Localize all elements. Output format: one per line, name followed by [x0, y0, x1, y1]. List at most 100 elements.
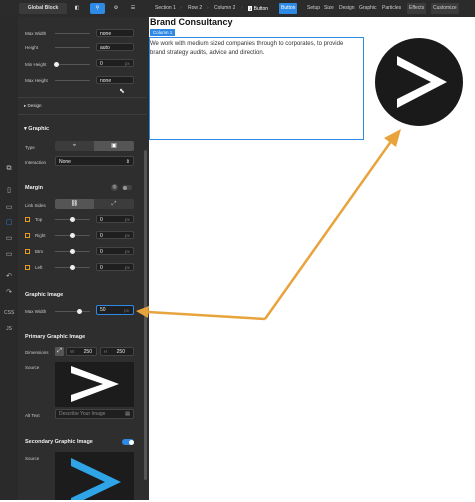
- max-width-slider[interactable]: [55, 33, 90, 34]
- max-height-slider[interactable]: [55, 80, 90, 81]
- height-prefix: H: [104, 349, 108, 354]
- graphic-max-width-field[interactable]: 50 px: [96, 305, 134, 315]
- button-number-badge: 1: [248, 6, 253, 11]
- breadcrumb-row[interactable]: Row 2: [188, 3, 202, 14]
- arrow-to-graphic: [263, 139, 394, 320]
- graphic-max-width-slider[interactable]: [55, 311, 90, 312]
- margin-right-unit: px: [125, 233, 130, 238]
- tab-button[interactable]: Button: [279, 3, 298, 14]
- margin-left-unit: px: [125, 265, 130, 270]
- type-image-option[interactable]: ▣: [94, 141, 134, 151]
- mobile-icon[interactable]: ▯: [4, 186, 14, 194]
- graphic-button-circle[interactable]: [375, 38, 463, 126]
- breadcrumb-button[interactable]: 1 Button: [248, 3, 268, 14]
- monitor-icon[interactable]: ▭: [4, 250, 14, 258]
- type-text-option[interactable]: ⌖: [55, 141, 94, 151]
- secondary-source-label: Source: [25, 456, 40, 461]
- min-height-knob[interactable]: [54, 62, 59, 67]
- margin-right-knob[interactable]: [70, 233, 75, 238]
- undo-icon[interactable]: ↶: [4, 272, 14, 280]
- margin-bottom-knob[interactable]: [70, 249, 75, 254]
- secondary-toggle[interactable]: [122, 439, 134, 445]
- margin-top-unit: px: [125, 217, 130, 222]
- design-section-toggle[interactable]: ▸ Design: [24, 103, 42, 109]
- graphic-image-heading: Graphic Image: [25, 292, 64, 298]
- tab-graphic[interactable]: Graphic: [357, 3, 379, 14]
- interaction-select[interactable]: None ⇕: [55, 156, 134, 166]
- graphic-max-width-knob[interactable]: [77, 309, 82, 314]
- alt-text-placeholder: Describe Your Image: [59, 411, 106, 417]
- height-slider[interactable]: [55, 47, 90, 48]
- js-button[interactable]: JS: [4, 326, 14, 332]
- graphic-max-width-unit: px: [124, 308, 129, 313]
- arrow-to-max-width: [147, 310, 266, 321]
- chevron-right-blue-icon: [71, 458, 121, 502]
- max-width-label: Max Width: [25, 31, 47, 36]
- min-height-unit: px: [125, 61, 130, 66]
- width-value: 250: [83, 349, 92, 355]
- graphic-section-toggle[interactable]: ▾ Graphic: [24, 126, 49, 132]
- select-arrows-icon: ⇕: [125, 159, 130, 165]
- column-badge[interactable]: Column 1: [150, 29, 176, 36]
- chevron-right-icon: [397, 56, 447, 108]
- link-sides-linked[interactable]: ⛓: [55, 199, 94, 209]
- redo-icon[interactable]: ↷: [4, 288, 14, 296]
- height-label: Height: [25, 45, 39, 50]
- page-title: Brand Consultancy: [150, 17, 233, 27]
- breadcrumb-section[interactable]: Section 1: [155, 3, 176, 14]
- arrowhead-up-right: [384, 129, 401, 147]
- width-field[interactable]: W 250: [66, 347, 97, 356]
- interaction-value: None: [59, 159, 71, 165]
- image-library-icon[interactable]: ▤: [125, 410, 130, 419]
- breadcrumb-separator: ›: [207, 5, 209, 11]
- list-icon[interactable]: ☰: [127, 3, 139, 14]
- max-height-label: Max Height: [25, 78, 48, 83]
- desktop-small-icon[interactable]: ▢: [4, 218, 14, 226]
- margin-left-knob[interactable]: [70, 265, 75, 270]
- height-field-dim[interactable]: H 250: [100, 347, 134, 356]
- tab-design[interactable]: Design: [337, 3, 357, 14]
- height-field[interactable]: auto: [96, 43, 134, 51]
- divider: [18, 97, 146, 98]
- min-height-slider[interactable]: [55, 64, 90, 65]
- breadcrumb-separator: ›: [180, 5, 182, 11]
- tab-setup[interactable]: Setup: [305, 3, 322, 14]
- panel-scrollbar[interactable]: [144, 150, 147, 480]
- max-height-field[interactable]: none: [96, 76, 134, 84]
- globe-icon[interactable]: ◍: [111, 184, 118, 191]
- margin-right-label: Right: [35, 233, 46, 238]
- tab-effects[interactable]: Effects: [407, 3, 427, 14]
- source-label: Source: [25, 365, 40, 370]
- global-block-button[interactable]: Global Block: [19, 3, 67, 14]
- sidebar-toggle-icon[interactable]: ◧: [71, 3, 83, 14]
- primary-image-preview[interactable]: [55, 362, 134, 407]
- margin-bottom-unit: px: [125, 249, 130, 254]
- alt-text-label: Alt Text: [25, 413, 40, 418]
- margin-top-knob[interactable]: [70, 217, 75, 222]
- search-icon[interactable]: ⚲: [90, 3, 105, 14]
- layers-icon[interactable]: ⧉: [4, 165, 14, 173]
- height-value: 250: [116, 349, 125, 355]
- css-button[interactable]: CSS: [4, 310, 14, 316]
- min-height-label: Min Height: [25, 62, 47, 67]
- alt-text-input[interactable]: Describe Your Image ▤: [55, 409, 134, 419]
- margin-toggle[interactable]: [122, 185, 132, 190]
- secondary-image-preview[interactable]: [55, 452, 134, 502]
- margin-left-label: Left: [35, 265, 43, 270]
- margin-top-icon: [25, 217, 30, 222]
- tab-size[interactable]: Size: [322, 3, 336, 14]
- breadcrumb-column[interactable]: Column 2: [214, 3, 235, 14]
- left-toolbar: ⧉ ▯ ▭ ▢ ▭ ▭ ↶ ↷ CSS JS: [0, 0, 18, 500]
- tablet-icon[interactable]: ▭: [4, 203, 14, 211]
- tab-customize[interactable]: Customize: [431, 3, 459, 14]
- laptop-icon[interactable]: ▭: [4, 234, 14, 242]
- margin-heading: Margin: [25, 185, 44, 191]
- link-sides-unlinked[interactable]: ⤢: [94, 199, 134, 209]
- type-label: Type: [25, 145, 35, 150]
- graphic-max-width-label: Max Width: [25, 309, 47, 314]
- tab-particles[interactable]: Particles: [380, 3, 403, 14]
- max-width-field[interactable]: none: [96, 29, 134, 37]
- gear-icon[interactable]: ⚙: [110, 3, 122, 14]
- resize-icon[interactable]: ⤢: [55, 347, 64, 356]
- mouse-cursor-icon: ⬉: [119, 88, 125, 95]
